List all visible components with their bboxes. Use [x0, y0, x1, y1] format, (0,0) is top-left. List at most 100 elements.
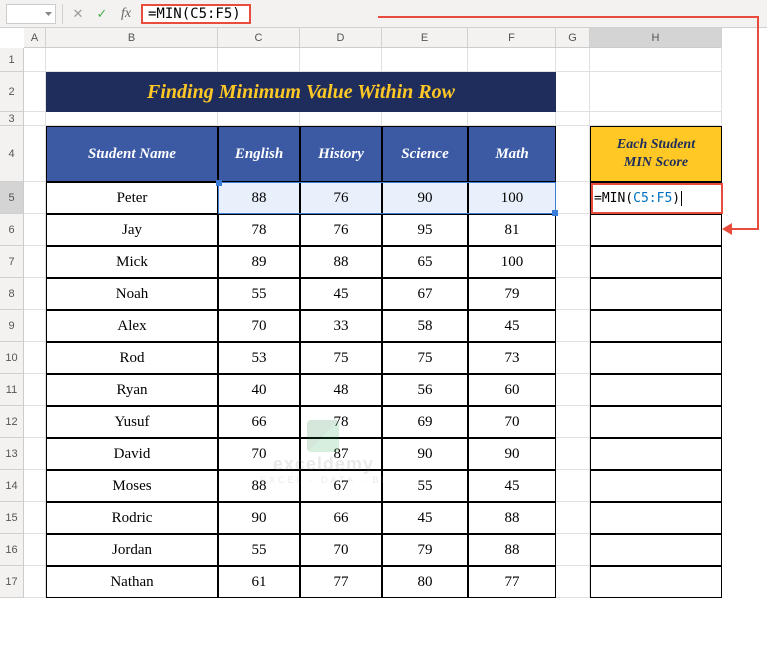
cell[interactable]: [590, 438, 722, 470]
cell[interactable]: [46, 48, 218, 72]
col-head-f[interactable]: F: [468, 28, 556, 48]
cell-science[interactable]: 58: [382, 310, 468, 342]
cell-history[interactable]: 45: [300, 278, 382, 310]
row-head-16[interactable]: 16: [0, 534, 24, 566]
row-head-3[interactable]: 3: [0, 112, 24, 126]
cell-english[interactable]: 61: [218, 566, 300, 598]
cell-math[interactable]: 88: [468, 502, 556, 534]
cell-english[interactable]: 66: [218, 406, 300, 438]
cell-math[interactable]: 79: [468, 278, 556, 310]
cell-student[interactable]: Rodric: [46, 502, 218, 534]
cell[interactable]: [24, 214, 46, 246]
cell[interactable]: [590, 246, 722, 278]
cell[interactable]: [24, 406, 46, 438]
cell-student[interactable]: Mick: [46, 246, 218, 278]
cell[interactable]: [556, 214, 590, 246]
row-head-4[interactable]: 4: [0, 126, 24, 182]
cell[interactable]: [590, 310, 722, 342]
cell-math[interactable]: 70: [468, 406, 556, 438]
cell-history[interactable]: 76: [300, 214, 382, 246]
cell[interactable]: [590, 406, 722, 438]
row-head-2[interactable]: 2: [0, 72, 24, 112]
cell[interactable]: [24, 374, 46, 406]
cell[interactable]: [24, 502, 46, 534]
fx-icon[interactable]: fx: [117, 5, 135, 23]
cell-science[interactable]: 67: [382, 278, 468, 310]
cell-history[interactable]: 87: [300, 438, 382, 470]
cell-student[interactable]: Ryan: [46, 374, 218, 406]
cell-math[interactable]: 73: [468, 342, 556, 374]
cell-history[interactable]: 77: [300, 566, 382, 598]
cell[interactable]: [24, 182, 46, 214]
cell[interactable]: [468, 48, 556, 72]
cell-student[interactable]: David: [46, 438, 218, 470]
cell-math[interactable]: 100: [468, 182, 556, 214]
cell-math[interactable]: 88: [468, 534, 556, 566]
cell-science[interactable]: 65: [382, 246, 468, 278]
col-head-e[interactable]: E: [382, 28, 468, 48]
cell-science[interactable]: 90: [382, 438, 468, 470]
cell-history[interactable]: 48: [300, 374, 382, 406]
cell-math[interactable]: 77: [468, 566, 556, 598]
cell[interactable]: [382, 112, 468, 126]
cell-student[interactable]: Rod: [46, 342, 218, 374]
cell-science[interactable]: 69: [382, 406, 468, 438]
cell[interactable]: [24, 126, 46, 182]
cell[interactable]: [590, 214, 722, 246]
cell-english[interactable]: 40: [218, 374, 300, 406]
cell-student[interactable]: Jordan: [46, 534, 218, 566]
row-head-11[interactable]: 11: [0, 374, 24, 406]
cell[interactable]: [24, 48, 46, 72]
cell[interactable]: [24, 310, 46, 342]
cell[interactable]: [24, 246, 46, 278]
cell[interactable]: [590, 72, 722, 112]
cell-english[interactable]: 88: [218, 182, 300, 214]
cell[interactable]: [590, 48, 722, 72]
cell-science[interactable]: 55: [382, 470, 468, 502]
cell[interactable]: [556, 112, 590, 126]
cell[interactable]: [24, 470, 46, 502]
cell-history[interactable]: 66: [300, 502, 382, 534]
cell-history[interactable]: 33: [300, 310, 382, 342]
cell[interactable]: [590, 470, 722, 502]
cell-math[interactable]: 45: [468, 310, 556, 342]
row-head-5[interactable]: 5: [0, 182, 24, 214]
cell[interactable]: [556, 438, 590, 470]
cell[interactable]: [468, 112, 556, 126]
cell[interactable]: [556, 406, 590, 438]
cell-science[interactable]: 75: [382, 342, 468, 374]
cell-english[interactable]: 78: [218, 214, 300, 246]
row-head-13[interactable]: 13: [0, 438, 24, 470]
row-head-15[interactable]: 15: [0, 502, 24, 534]
cell[interactable]: [556, 48, 590, 72]
cell-english[interactable]: 70: [218, 310, 300, 342]
col-head-b[interactable]: B: [46, 28, 218, 48]
cell[interactable]: [556, 374, 590, 406]
cell-student[interactable]: Alex: [46, 310, 218, 342]
cell[interactable]: [556, 182, 590, 214]
cell-math[interactable]: 90: [468, 438, 556, 470]
cell-math[interactable]: 45: [468, 470, 556, 502]
cell[interactable]: [556, 566, 590, 598]
cell[interactable]: [218, 112, 300, 126]
cell[interactable]: [24, 342, 46, 374]
cell-math[interactable]: 60: [468, 374, 556, 406]
row-head-10[interactable]: 10: [0, 342, 24, 374]
cell[interactable]: [24, 438, 46, 470]
enter-icon[interactable]: ✓: [93, 5, 111, 23]
cell[interactable]: [590, 278, 722, 310]
cell-history[interactable]: 70: [300, 534, 382, 566]
cell-english[interactable]: 70: [218, 438, 300, 470]
cell[interactable]: [218, 48, 300, 72]
col-head-g[interactable]: G: [556, 28, 590, 48]
cell-english[interactable]: 55: [218, 534, 300, 566]
cell-science[interactable]: 56: [382, 374, 468, 406]
cell-student[interactable]: Jay: [46, 214, 218, 246]
cell[interactable]: [382, 48, 468, 72]
row-head-1[interactable]: 1: [0, 48, 24, 72]
row-head-8[interactable]: 8: [0, 278, 24, 310]
cell-science[interactable]: 95: [382, 214, 468, 246]
row-head-7[interactable]: 7: [0, 246, 24, 278]
cell-science[interactable]: 79: [382, 534, 468, 566]
cell[interactable]: [590, 374, 722, 406]
